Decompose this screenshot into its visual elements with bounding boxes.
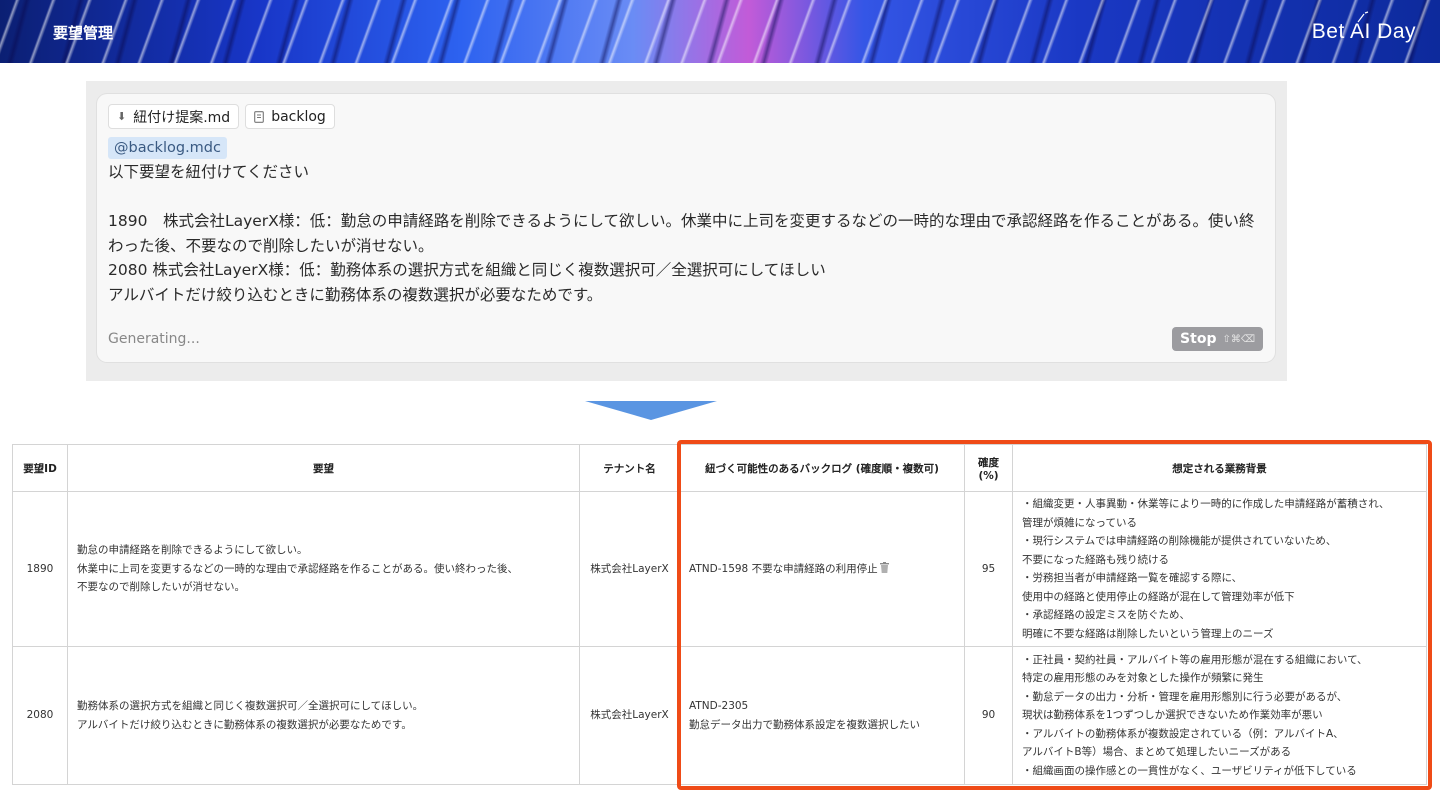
cell-confidence: 95 bbox=[964, 491, 1013, 647]
column-header-backlog: 紐づく可能性のあるバックログ (確度順・複数可) bbox=[679, 444, 965, 492]
stop-shortcut: ⇧⌘⌫ bbox=[1222, 333, 1255, 345]
cell-id: 1890 bbox=[12, 491, 68, 647]
prompt-text[interactable]: 以下要望を紐付けてください 1890 株式会社LayerX様：低：勤怠の申請経路… bbox=[108, 160, 1268, 307]
cell-request: 勤怠の申請経路を削除できるようにして欲しい。 休業中に上司を変更するなどの一時的… bbox=[67, 491, 580, 647]
cell-tenant: 株式会社LayerX bbox=[579, 646, 680, 785]
header-banner: 要望管理 Bet AI Day bbox=[0, 0, 1440, 63]
request-table: 要望ID 要望 テナント名 紐づく可能性のあるバックログ (確度順・複数可) 確… bbox=[12, 444, 1427, 785]
cell-backlog: ATND-1598 不要な申請経路の利用停止 bbox=[679, 491, 965, 647]
cell-confidence: 90 bbox=[964, 646, 1013, 785]
chip-label: backlog bbox=[271, 108, 326, 125]
table-row: 1890 勤怠の申請経路を削除できるようにして欲しい。 休業中に上司を変更するな… bbox=[12, 491, 1427, 647]
cell-backlog: ATND-2305 勤怠データ出力で勤務体系設定を複数選択したい bbox=[679, 646, 965, 785]
column-header-background: 想定される業務背景 bbox=[1012, 444, 1427, 492]
file-icon bbox=[254, 110, 265, 123]
stop-label: Stop bbox=[1180, 331, 1217, 347]
table-header-row: 要望ID 要望 テナント名 紐づく可能性のあるバックログ (確度順・複数可) 確… bbox=[12, 444, 1427, 492]
table-row: 2080 勤務体系の選択方式を組織と同じく複数選択可／全選択可にしてほしい。 ア… bbox=[12, 646, 1427, 785]
cell-background: ・正社員・契約社員・アルバイト等の雇用形態が混在する組織において、 特定の雇用形… bbox=[1012, 646, 1427, 785]
cell-tenant: 株式会社LayerX bbox=[579, 491, 680, 647]
context-chip-md-file[interactable]: ⬇ 紐付け提案.md bbox=[108, 104, 240, 129]
stop-button[interactable]: Stop ⇧⌘⌫ bbox=[1172, 327, 1263, 351]
column-header-tenant: テナント名 bbox=[579, 444, 680, 492]
chat-screenshot: ⬇ 紐付け提案.md backlog @backlog.mdc 以下要望を紐付け… bbox=[86, 81, 1287, 381]
generating-status: Generating... bbox=[108, 331, 200, 347]
column-header-request: 要望 bbox=[67, 444, 580, 492]
cell-background: ・組織変更・人事異動・休業等により一時的に作成した申請経路が蓄積され、 管理が煩… bbox=[1012, 491, 1427, 647]
context-chip-backlog[interactable]: backlog bbox=[245, 104, 335, 129]
column-header-id: 要望ID bbox=[12, 444, 68, 492]
context-chips: ⬇ 紐付け提案.md backlog bbox=[108, 104, 335, 129]
down-arrow-icon bbox=[585, 401, 717, 420]
download-icon: ⬇ bbox=[117, 110, 127, 123]
mention-tag[interactable]: @backlog.mdc bbox=[108, 137, 227, 159]
cell-id: 2080 bbox=[12, 646, 68, 785]
column-header-confidence: 確度 (%) bbox=[964, 444, 1013, 492]
chip-label: 紐付け提案.md bbox=[133, 109, 231, 126]
page-title: 要望管理 bbox=[53, 24, 114, 42]
brand-logo: Bet AI Day bbox=[1311, 20, 1416, 43]
chat-input-card[interactable]: ⬇ 紐付け提案.md backlog @backlog.mdc 以下要望を紐付け… bbox=[97, 94, 1275, 362]
trash-icon bbox=[879, 561, 889, 573]
cell-request: 勤務体系の選択方式を組織と同じく複数選択可／全選択可にしてほしい。 アルバイトだ… bbox=[67, 646, 580, 785]
